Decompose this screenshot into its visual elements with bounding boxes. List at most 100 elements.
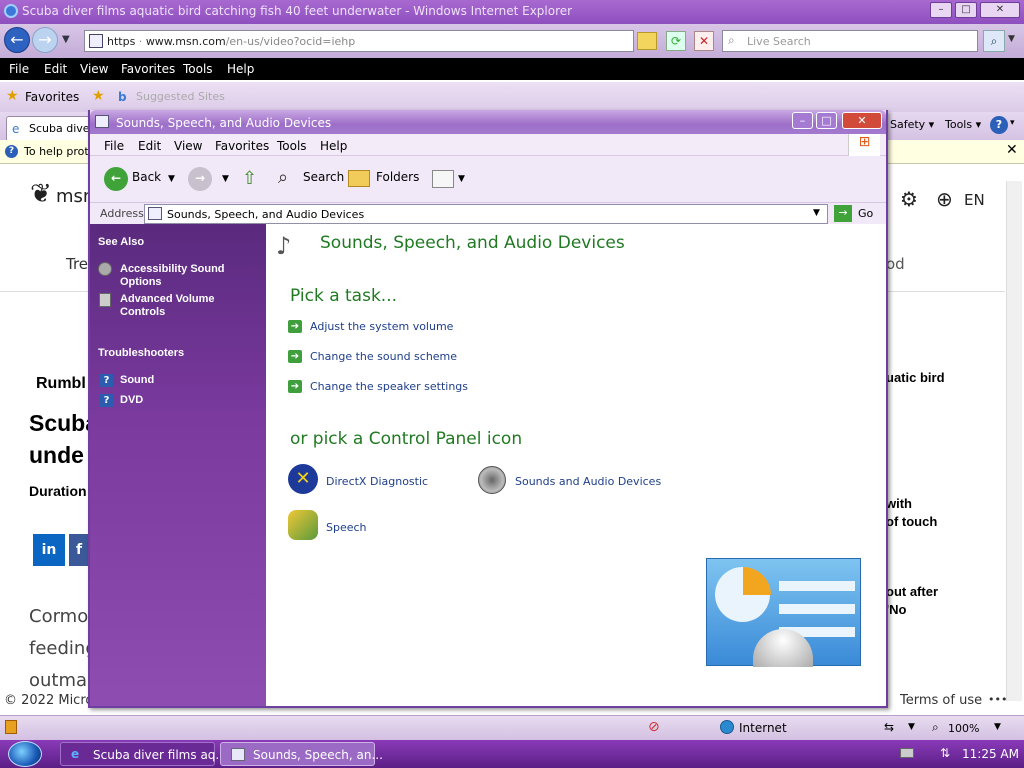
address-bar[interactable]: https · www.msn.com/en-us/video?ocid=ieh… bbox=[84, 30, 657, 52]
cp-menu-help[interactable]: Help bbox=[320, 139, 347, 153]
cp-back-dropdown-icon[interactable]: ▼ bbox=[168, 174, 175, 184]
lock-icon[interactable] bbox=[637, 32, 657, 50]
stop-icon[interactable]: ✕ bbox=[694, 31, 714, 51]
zoom-level[interactable]: 100% bbox=[948, 722, 979, 735]
sounds-audio-devices-link[interactable]: Sounds and Audio Devices bbox=[515, 475, 661, 488]
sounds-audio-devices-icon[interactable] bbox=[478, 466, 506, 494]
related-line-1[interactable]: with bbox=[886, 496, 912, 511]
cp-minimize-button[interactable]: – bbox=[792, 112, 813, 129]
clock[interactable]: 11:25 AM bbox=[962, 747, 1019, 761]
info-bar-close-icon[interactable]: ✕ bbox=[1006, 142, 1018, 158]
refresh-icon[interactable]: ⟳ bbox=[666, 31, 686, 51]
cp-forward-dropdown-icon[interactable]: ▼ bbox=[222, 174, 229, 184]
related-line-4[interactable]: 'No bbox=[886, 602, 906, 617]
related-line-2[interactable]: of touch bbox=[886, 514, 937, 529]
search-input[interactable]: ⌕ Live Search bbox=[722, 30, 978, 52]
keyboard-tray-icon[interactable] bbox=[900, 748, 914, 758]
cp-close-button[interactable]: ✕ bbox=[842, 112, 882, 129]
cp-address-dropdown-icon[interactable]: ▼ bbox=[813, 208, 820, 218]
menu-view[interactable]: View bbox=[80, 62, 108, 76]
cp-maximize-button[interactable]: □ bbox=[816, 112, 837, 129]
directx-diagnostic-link[interactable]: DirectX Diagnostic bbox=[326, 475, 428, 488]
network-tray-icon[interactable]: ⇅ bbox=[940, 746, 950, 760]
link-troubleshooter-sound[interactable]: Sound bbox=[120, 374, 154, 387]
speech-link[interactable]: Speech bbox=[326, 521, 367, 534]
taskbar-item-control-panel[interactable]: Sounds, Speech, an... bbox=[220, 742, 383, 766]
help-icon[interactable]: ? bbox=[990, 116, 1008, 134]
protected-mode-icon[interactable]: ⊘ bbox=[648, 719, 660, 735]
folders-icon[interactable] bbox=[348, 170, 370, 187]
popup-dropdown-icon[interactable]: ▼ bbox=[908, 722, 915, 732]
cp-back-arrow-icon[interactable]: ← bbox=[104, 167, 128, 191]
ie-tab-icon: e bbox=[12, 122, 20, 136]
search-options-icon[interactable]: ▼ bbox=[1008, 34, 1015, 44]
start-button[interactable] bbox=[8, 741, 42, 767]
cp-menu-view[interactable]: View bbox=[174, 139, 202, 153]
menu-help[interactable]: Help bbox=[227, 62, 254, 76]
facebook-share-button[interactable]: f bbox=[69, 534, 89, 566]
pop-up-blocker-icon[interactable]: ⇆ bbox=[884, 720, 894, 734]
link-advanced-volume-controls[interactable]: Advanced Volume Controls bbox=[120, 293, 250, 319]
cp-forward-arrow-icon[interactable]: → bbox=[188, 167, 212, 191]
search-placeholder: Live Search bbox=[747, 35, 811, 48]
search-go-button[interactable]: ⌕ bbox=[983, 30, 1005, 52]
menu-file[interactable]: File bbox=[9, 62, 29, 76]
close-button[interactable]: ✕ bbox=[980, 2, 1020, 18]
speech-icon[interactable] bbox=[288, 510, 318, 540]
cp-folders-button[interactable]: Folders bbox=[376, 170, 419, 184]
menu-tools[interactable]: Tools bbox=[183, 62, 213, 76]
suggested-sites[interactable]: Suggested Sites bbox=[136, 90, 225, 103]
terms-of-use-link[interactable]: Terms of use bbox=[900, 693, 982, 708]
tools-menu[interactable]: Tools ▾ bbox=[945, 118, 981, 131]
cp-menu-edit[interactable]: Edit bbox=[138, 139, 161, 153]
nav-food[interactable]: od bbox=[886, 255, 905, 273]
help-dropdown-icon[interactable]: ▾ bbox=[1010, 118, 1015, 128]
related-title[interactable]: uatic bird bbox=[886, 370, 945, 385]
more-options-icon[interactable]: ••• bbox=[988, 693, 1007, 706]
ie-status-bar: ⊘ Internet ⇆ ▼ ⌕ 100% ▼ bbox=[0, 715, 1024, 740]
cp-address-input[interactable]: Sounds, Speech, and Audio Devices ▼ bbox=[144, 204, 828, 224]
directx-icon[interactable]: ✕ bbox=[288, 464, 318, 494]
up-folder-icon[interactable]: ⇧ bbox=[242, 168, 257, 189]
taskbar-ie-label: Scuba diver films aq... bbox=[93, 748, 227, 762]
forward-button[interactable]: → bbox=[32, 27, 58, 53]
cp-back-button[interactable]: Back bbox=[132, 170, 161, 184]
menu-favorites[interactable]: Favorites bbox=[121, 62, 175, 76]
cp-title-bar[interactable]: Sounds, Speech, and Audio Devices – □ ✕ bbox=[90, 110, 886, 134]
security-zone-label[interactable]: Internet bbox=[739, 721, 787, 735]
task-arrow-icon: ➔ bbox=[288, 350, 302, 363]
cp-go-button[interactable]: Go bbox=[858, 207, 873, 220]
page-scrollbar[interactable] bbox=[1006, 181, 1022, 701]
maximize-button[interactable]: □ bbox=[955, 2, 977, 18]
back-button[interactable]: ← bbox=[4, 27, 30, 53]
linkedin-share-button[interactable]: in bbox=[33, 534, 65, 566]
cp-menu-tools[interactable]: Tools bbox=[277, 139, 307, 153]
minimize-button[interactable]: – bbox=[930, 2, 952, 18]
safety-menu[interactable]: Safety ▾ bbox=[890, 118, 934, 131]
cp-menu-favorites[interactable]: Favorites bbox=[215, 139, 269, 153]
favorites-star-icon: ★ bbox=[6, 88, 19, 104]
cp-search-button[interactable]: Search bbox=[303, 170, 344, 184]
pick-a-task-heading: Pick a task... bbox=[290, 286, 398, 306]
cp-menu-file[interactable]: File bbox=[104, 139, 124, 153]
taskbar: e Scuba diver films aq... Sounds, Speech… bbox=[0, 740, 1024, 768]
language-label[interactable]: EN bbox=[964, 191, 985, 209]
go-arrow-icon[interactable]: → bbox=[834, 205, 852, 222]
language-globe-icon[interactable]: ⊕ bbox=[936, 187, 953, 211]
link-accessibility-sound-options[interactable]: Accessibility Sound Options bbox=[120, 263, 250, 289]
related-line-3[interactable]: out after bbox=[886, 584, 938, 599]
views-dropdown-icon[interactable]: ▼ bbox=[458, 174, 465, 184]
taskbar-item-ie[interactable]: e Scuba diver films aq... bbox=[60, 742, 227, 766]
settings-gear-icon[interactable]: ⚙ bbox=[900, 187, 918, 211]
recent-pages-dropdown-icon[interactable]: ▼ bbox=[62, 34, 70, 45]
cp-search-icon[interactable]: ⌕ bbox=[278, 167, 288, 188]
add-favorite-icon[interactable]: ★ bbox=[92, 88, 105, 104]
zoom-dropdown-icon[interactable]: ▼ bbox=[994, 722, 1001, 732]
nav-trending[interactable]: Tre bbox=[66, 255, 88, 273]
favorites-button[interactable]: Favorites bbox=[25, 90, 79, 104]
tab-scuba[interactable]: e Scuba diver bbox=[6, 116, 96, 140]
views-icon[interactable] bbox=[432, 170, 454, 188]
link-troubleshooter-dvd[interactable]: DVD bbox=[120, 394, 143, 407]
favorites-bar: ★ Favorites ★ b Suggested Sites bbox=[0, 82, 1024, 112]
menu-edit[interactable]: Edit bbox=[44, 62, 67, 76]
